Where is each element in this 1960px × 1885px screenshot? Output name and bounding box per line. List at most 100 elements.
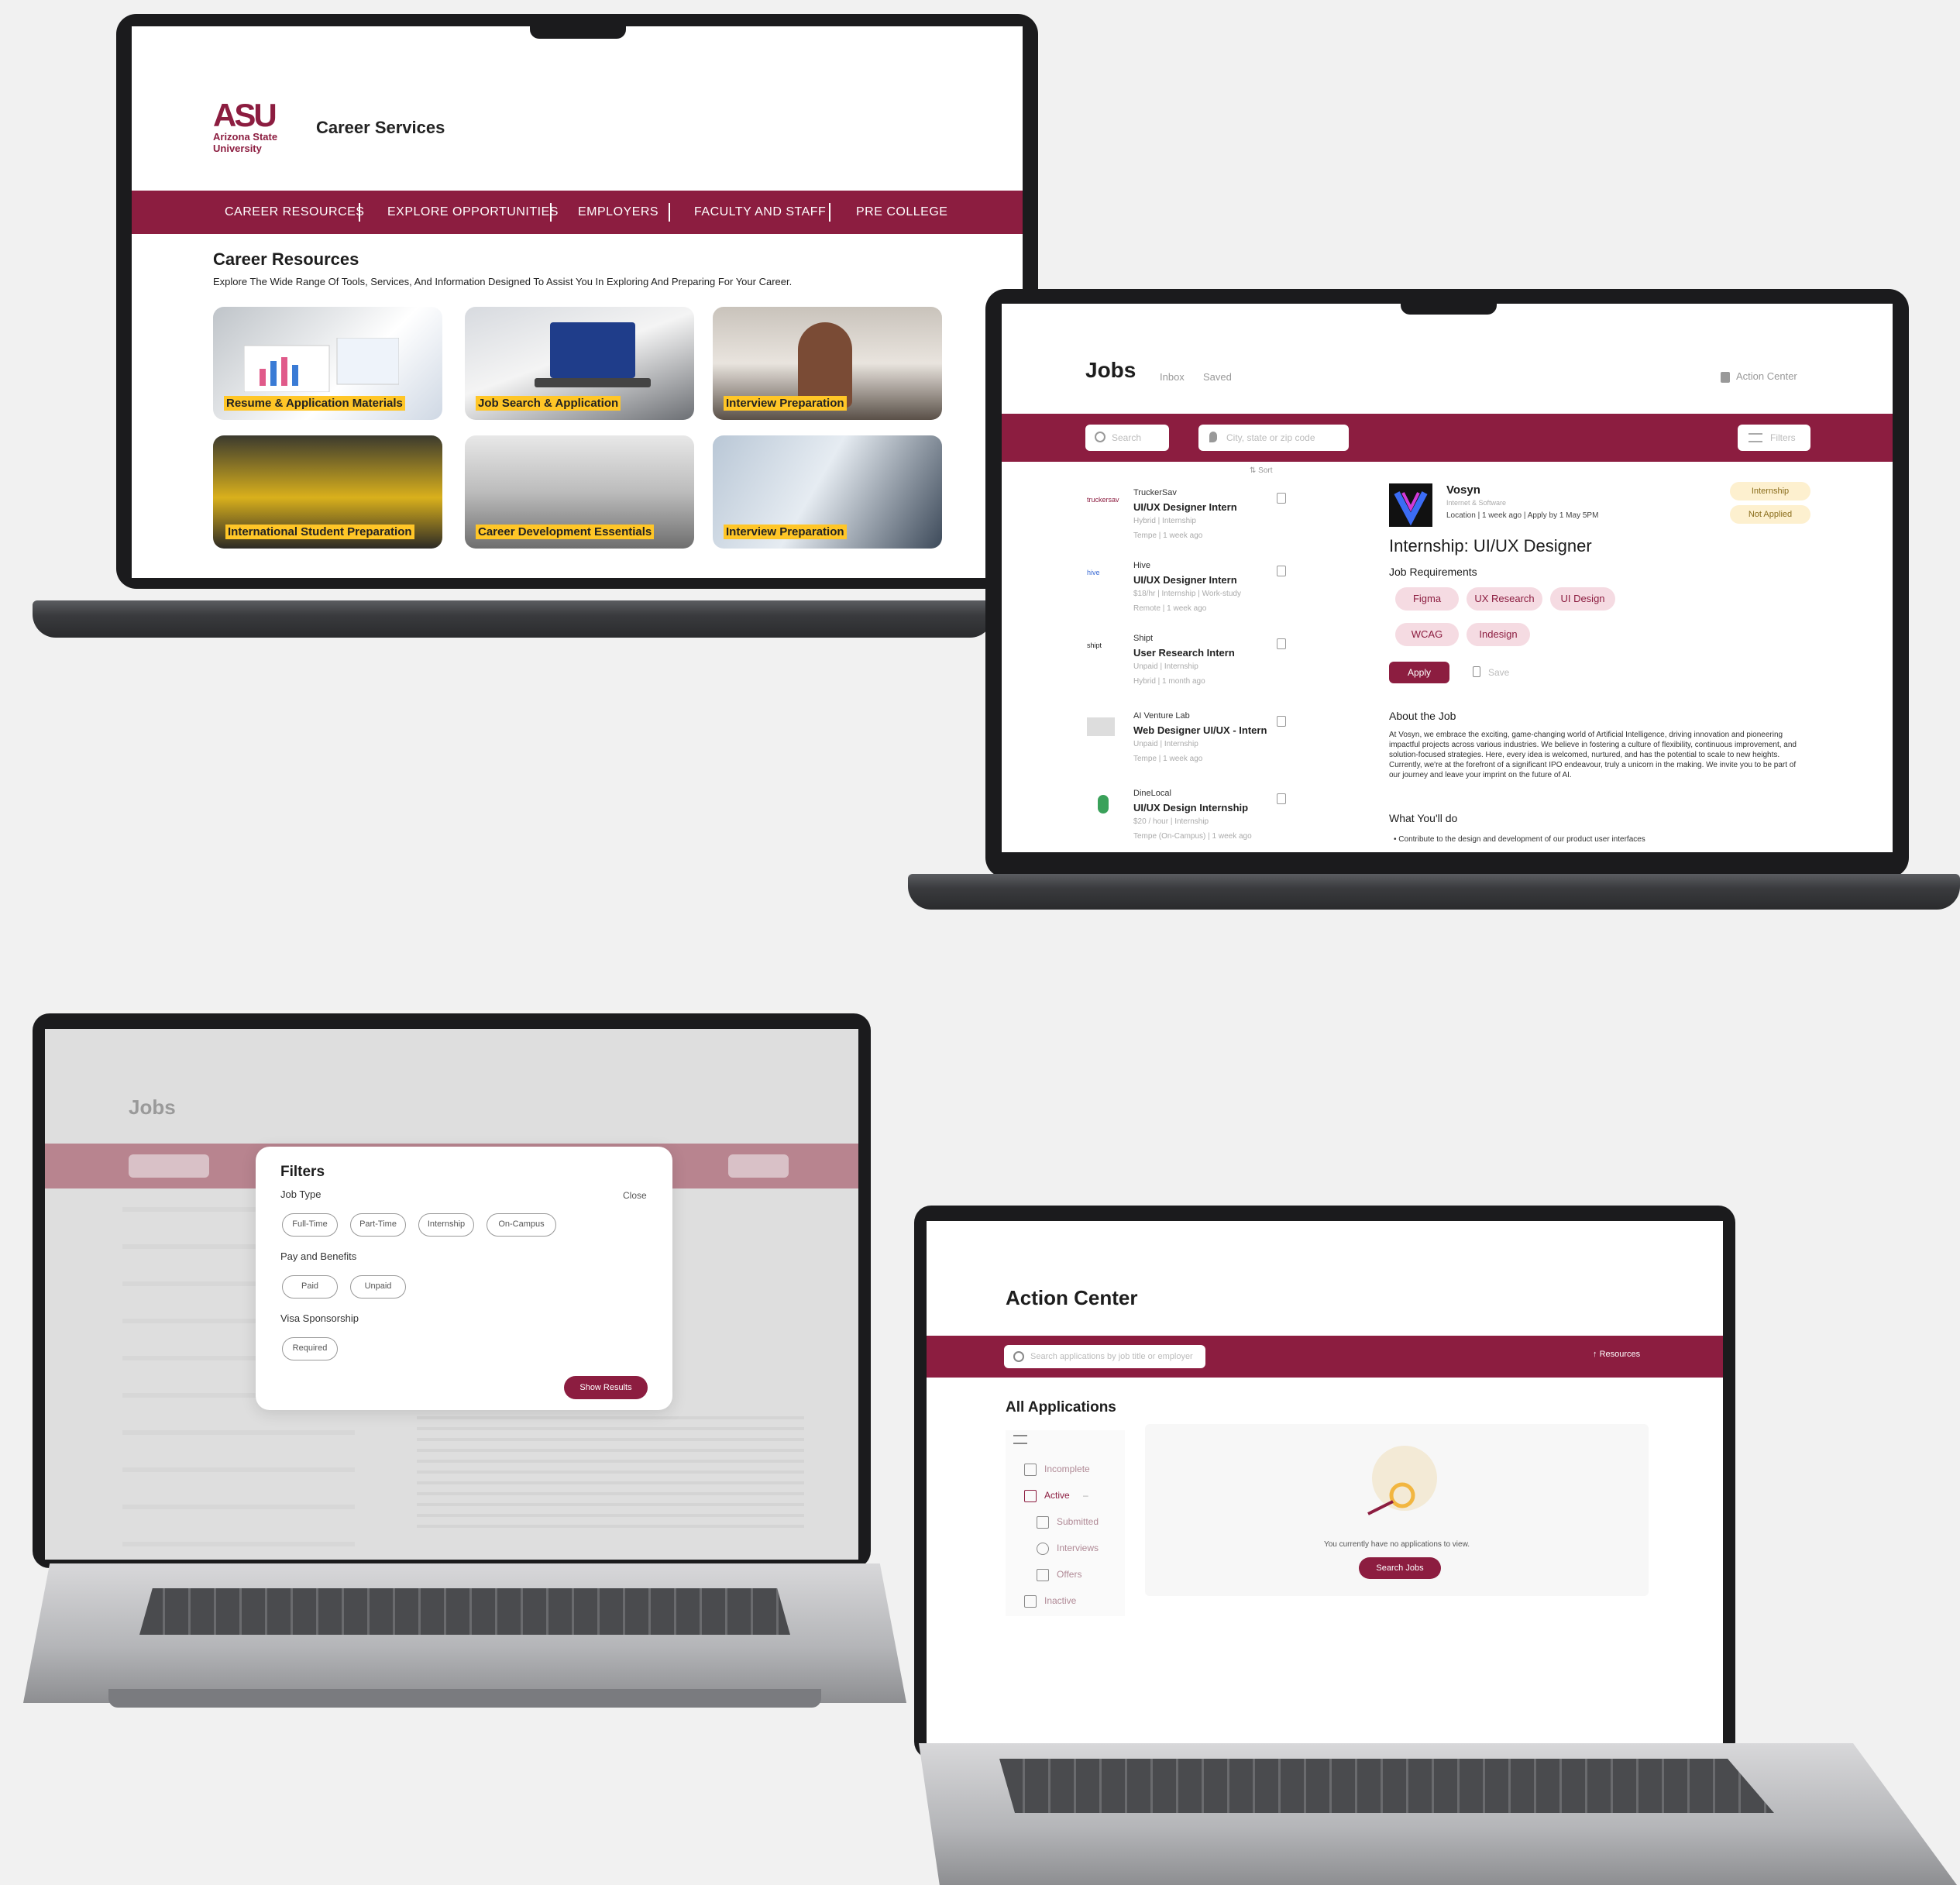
nav-faculty-staff[interactable]: FACULTY AND STAFF (694, 191, 826, 234)
search-placeholder: Search (1112, 432, 1142, 443)
bookmark-icon[interactable] (1277, 566, 1286, 576)
laptop-front-lip (108, 1689, 821, 1708)
people-icon (1037, 1542, 1049, 1555)
job-meta: Location | 1 week ago | Apply by 1 May 5… (1446, 511, 1599, 520)
filters-screen: Jobs Filters Close Job Type Full-Time Pa… (45, 1029, 858, 1560)
chip-on-campus[interactable]: On-Campus (487, 1213, 556, 1237)
search-input (129, 1154, 209, 1178)
resources-label: Resources (1599, 1350, 1641, 1359)
tab-inbox[interactable]: Inbox (1160, 371, 1185, 383)
search-icon (1013, 1351, 1024, 1362)
bookmark-icon[interactable] (1277, 716, 1286, 727)
magnifier-illustration (1367, 1446, 1437, 1515)
document-icon (1024, 1489, 1037, 1502)
job-type-badge: Internship (1730, 482, 1810, 500)
search-jobs-button[interactable]: Search Jobs (1359, 1557, 1441, 1579)
tile-resume[interactable]: Resume & Application Materials (213, 307, 442, 420)
sidebar-item-submitted[interactable]: Submitted (1037, 1512, 1099, 1531)
tile-interview-prep[interactable]: Interview Preparation (713, 307, 942, 420)
filters-button (728, 1154, 789, 1178)
skill-chip: UI Design (1550, 587, 1615, 611)
job-list: ⇅ Sort truckersav TruckerSav UI/UX Desig… (1087, 466, 1296, 852)
asu-logo-line2: University (213, 143, 262, 154)
camera-notch (1401, 301, 1497, 315)
skill-chip: Figma (1395, 587, 1459, 611)
job-card[interactable]: AI Venture Lab Web Designer UI/UX - Inte… (1087, 711, 1296, 786)
action-center-label: Action Center (1736, 370, 1797, 382)
location-input[interactable]: City, state or zip code (1198, 425, 1349, 451)
sidebar-item-interviews[interactable]: Interviews (1037, 1539, 1099, 1557)
person-image (798, 322, 852, 408)
job-card[interactable]: DineLocal UI/UX Design Internship $20 / … (1087, 789, 1296, 852)
checklist-icon (1024, 1463, 1037, 1476)
sidebar-item-active[interactable]: Active – (1024, 1486, 1088, 1505)
save-button[interactable]: Save (1470, 662, 1525, 683)
tab-saved[interactable]: Saved (1203, 371, 1232, 383)
show-results-button[interactable]: Show Results (564, 1376, 648, 1399)
asu-logo[interactable]: ASU Arizona State University (213, 99, 277, 155)
job-card[interactable]: hive Hive UI/UX Designer Intern $18/hr |… (1087, 561, 1296, 635)
sidebar-item-inactive[interactable]: Inactive (1024, 1591, 1076, 1610)
search-input[interactable]: Search applications by job title or empl… (1004, 1345, 1205, 1368)
sort-label: Sort (1258, 466, 1273, 475)
filters-button[interactable]: Filters (1738, 425, 1810, 451)
tile-job-search[interactable]: Job Search & Application (465, 307, 694, 420)
application-status-badge: Not Applied (1730, 505, 1810, 524)
laptop-base (908, 874, 1960, 910)
pay-label: Pay and Benefits (280, 1250, 357, 1262)
nav-employers[interactable]: EMPLOYERS (578, 191, 658, 234)
tile-interview-prep-2[interactable]: Interview Preparation (713, 435, 942, 549)
sidebar-item-offers[interactable]: Offers (1037, 1565, 1081, 1584)
keyboard-image (535, 378, 651, 387)
sidebar-label: Incomplete (1044, 1464, 1090, 1474)
bookmark-icon[interactable] (1277, 493, 1286, 504)
todo-item-text: Contribute to the design and development… (1398, 835, 1645, 844)
chip-internship[interactable]: Internship (418, 1213, 474, 1237)
bookmark-icon (1473, 666, 1480, 677)
nav-career-resources[interactable]: CAREER RESOURCES (225, 191, 364, 234)
resources-link[interactable]: ↑ Resources (1593, 1350, 1640, 1359)
section-title: Career Resources (213, 249, 359, 269)
chip-part-time[interactable]: Part-Time (350, 1213, 406, 1237)
job-detail: Vosyn Internet & Software Location | 1 w… (1389, 482, 1854, 848)
nav-explore-opportunities[interactable]: EXPLORE OPPORTUNITIES (387, 191, 559, 234)
nav-pre-college[interactable]: PRE COLLEGE (856, 191, 947, 234)
company-category: Internet & Software (1446, 499, 1507, 507)
applications-sidebar: Incomplete Active – Submitted Interviews… (1006, 1430, 1125, 1616)
menu-icon[interactable] (1013, 1435, 1027, 1444)
sidebar-label: Submitted (1057, 1516, 1099, 1527)
career-services-screen: ASU Arizona State University Career Serv… (132, 26, 1023, 578)
job-card[interactable]: shipt Shipt User Research Intern Unpaid … (1087, 634, 1296, 708)
bookmark-icon[interactable] (1277, 638, 1286, 649)
tile-career-dev[interactable]: Career Development Essentials (465, 435, 694, 549)
company-logo (1087, 717, 1115, 736)
bookmark-icon[interactable] (1277, 793, 1286, 804)
action-center-link[interactable]: Action Center (1721, 370, 1797, 383)
chip-paid[interactable]: Paid (282, 1275, 338, 1299)
company-logo (1098, 795, 1109, 814)
tile-international[interactable]: International Student Preparation (213, 435, 442, 549)
tile-label: Resume & Application Materials (224, 396, 405, 411)
search-input[interactable]: Search (1085, 425, 1169, 451)
job-title: UI/UX Designer Intern (1133, 501, 1237, 513)
job-title: UI/UX Designer Intern (1133, 574, 1237, 586)
sort-control[interactable]: ⇅ Sort (1250, 466, 1273, 475)
nav-divider (669, 203, 670, 222)
sidebar-item-incomplete[interactable]: Incomplete (1024, 1460, 1090, 1478)
job-title: UI/UX Design Internship (1133, 802, 1249, 814)
todo-item: • Contribute to the design and developme… (1394, 835, 1645, 844)
chip-visa-required[interactable]: Required (282, 1337, 338, 1360)
location-pin-icon (1209, 432, 1217, 442)
tile-label: Job Search & Application (476, 396, 621, 411)
laptop-image (550, 322, 635, 378)
chip-full-time[interactable]: Full-Time (282, 1213, 338, 1237)
tile-label: Interview Preparation (724, 396, 847, 411)
job-card[interactable]: truckersav TruckerSav UI/UX Designer Int… (1087, 488, 1296, 562)
chip-unpaid[interactable]: Unpaid (350, 1275, 406, 1299)
site-title: Career Services (316, 118, 445, 137)
job-meta-2: Tempe (On-Campus) | 1 week ago (1133, 832, 1252, 841)
job-meta-2: Remote | 1 week ago (1133, 604, 1207, 613)
apply-button[interactable]: Apply (1389, 662, 1449, 683)
close-button[interactable]: Close (623, 1190, 647, 1201)
modal-title: Filters (280, 1164, 325, 1180)
